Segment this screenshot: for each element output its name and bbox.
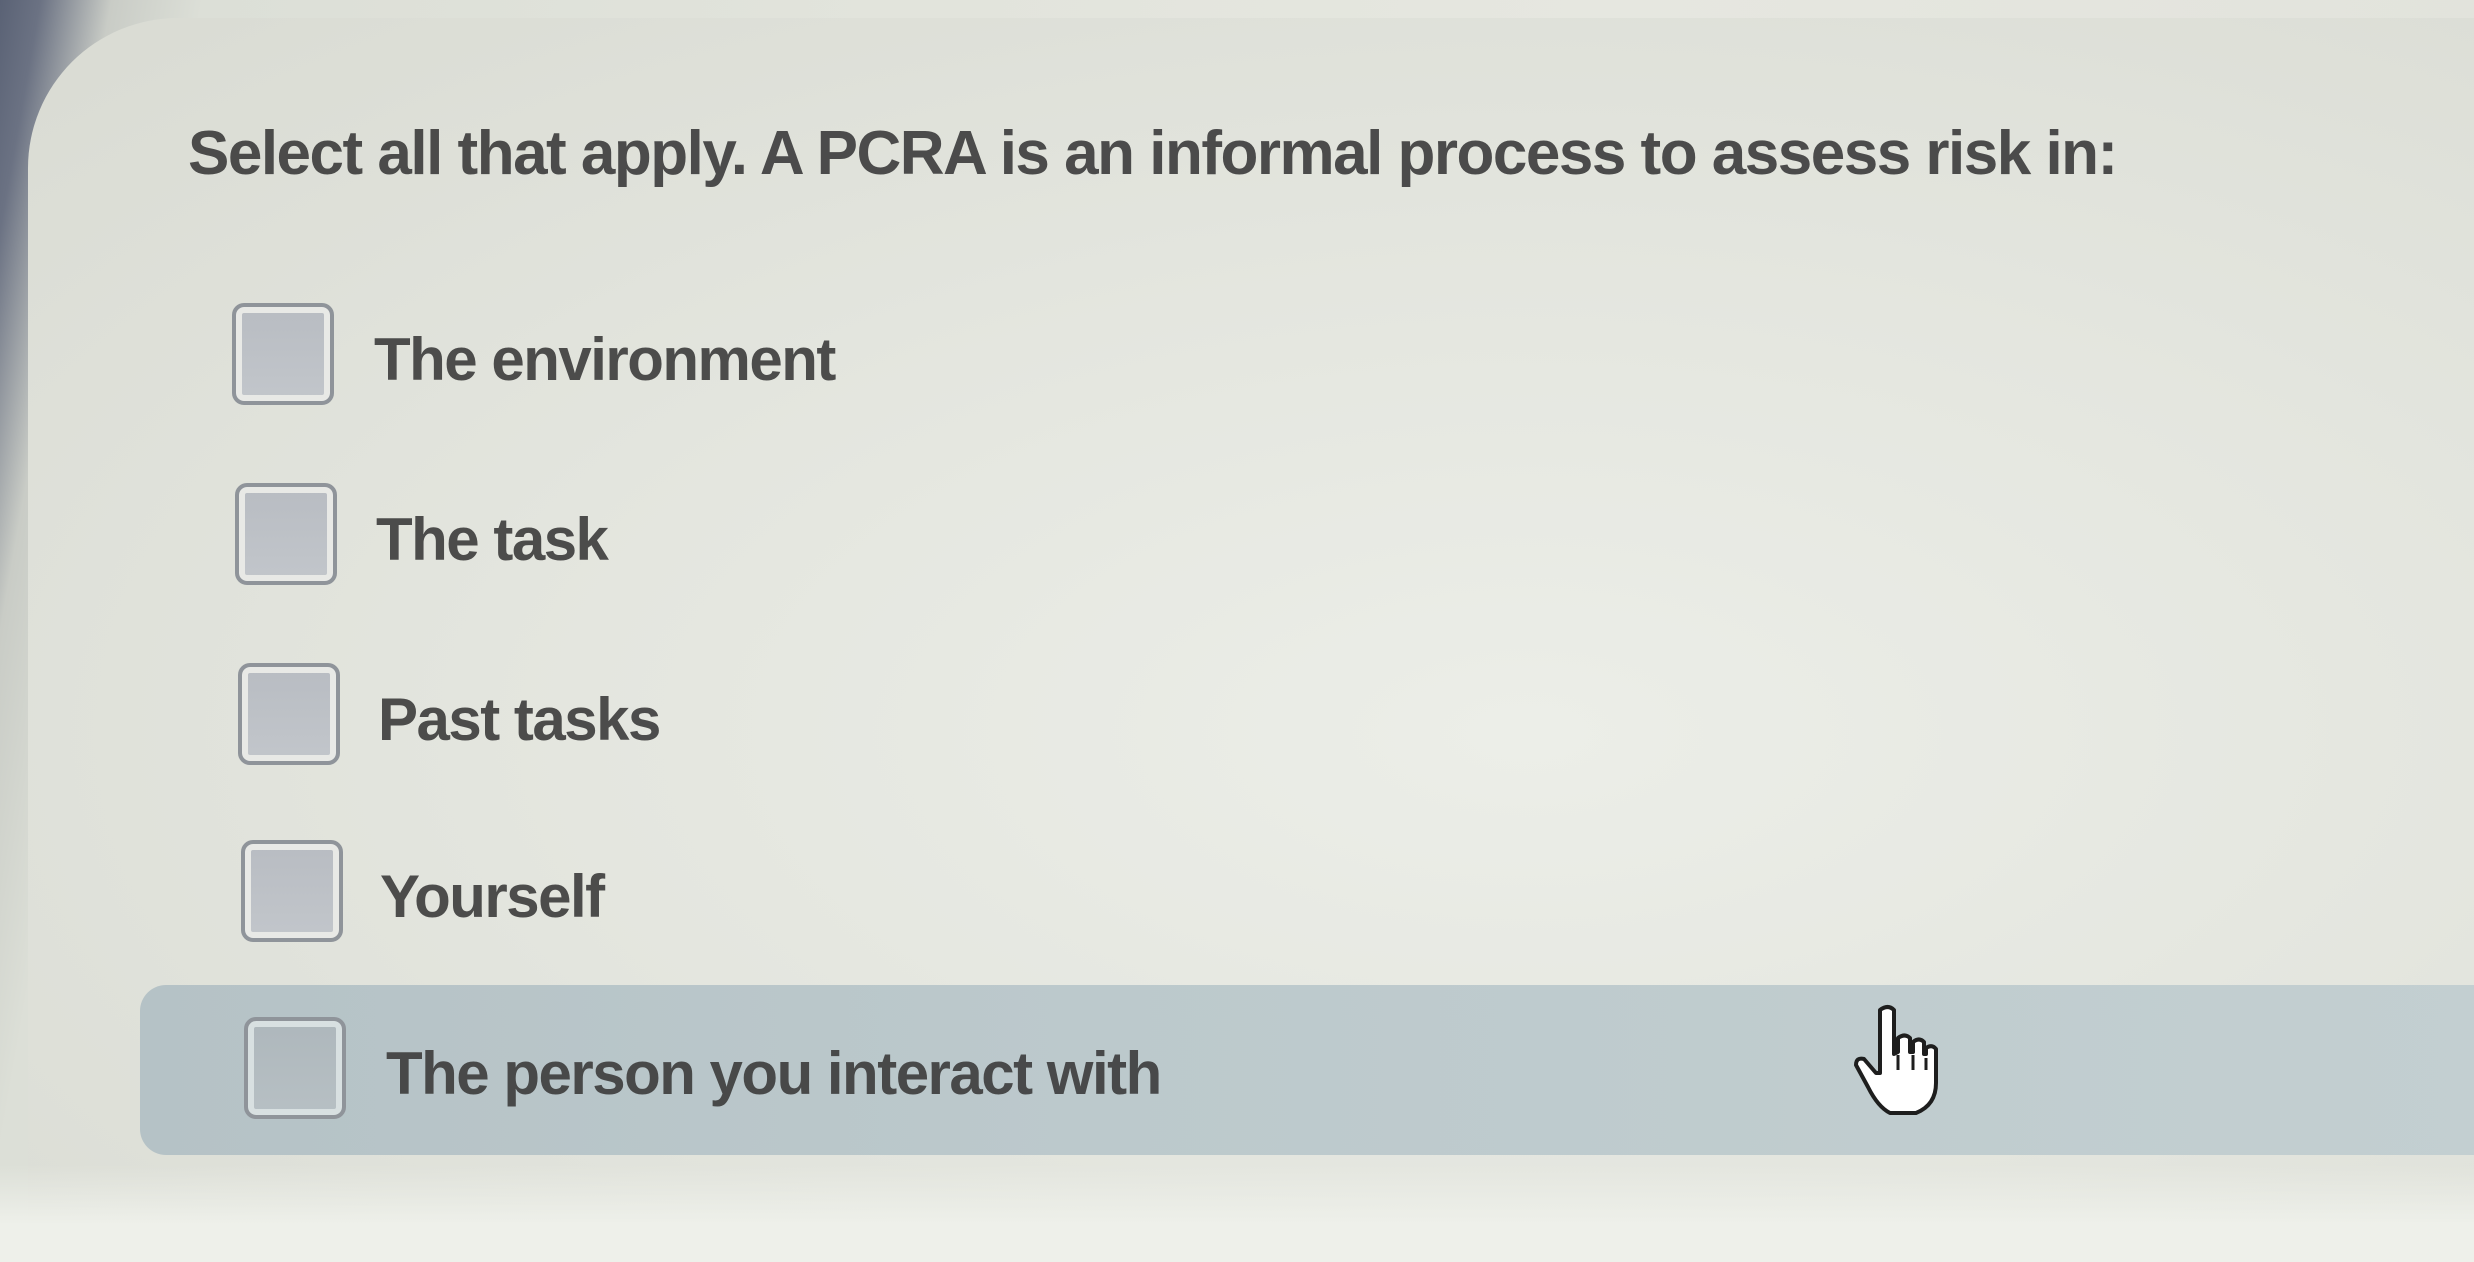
option-the-task[interactable]: The task	[140, 455, 2474, 625]
option-yourself[interactable]: Yourself	[140, 812, 2474, 982]
option-label: The person you interact with	[386, 1040, 1162, 1107]
option-checkbox[interactable]	[244, 1017, 346, 1119]
option-label: Past tasks	[378, 686, 661, 753]
option-label: The environment	[374, 326, 836, 393]
option-checkbox[interactable]	[232, 303, 334, 405]
option-checkbox[interactable]	[238, 663, 340, 765]
option-the-environment[interactable]: The environment	[140, 275, 2474, 445]
question-prompt: Select all that apply. A PCRA is an info…	[188, 119, 2118, 188]
option-checkbox[interactable]	[241, 840, 343, 942]
hand-pointer-icon	[1854, 1005, 1938, 1115]
bottom-edge	[0, 1165, 2474, 1262]
option-the-person-you-interact-with[interactable]: The person you interact with	[140, 985, 2474, 1155]
option-label: The task	[376, 506, 609, 573]
option-checkbox[interactable]	[235, 483, 337, 585]
option-label: Yourself	[380, 863, 605, 930]
screen: Select all that apply. A PCRA is an info…	[0, 0, 2474, 1262]
option-past-tasks[interactable]: Past tasks	[140, 635, 2474, 805]
